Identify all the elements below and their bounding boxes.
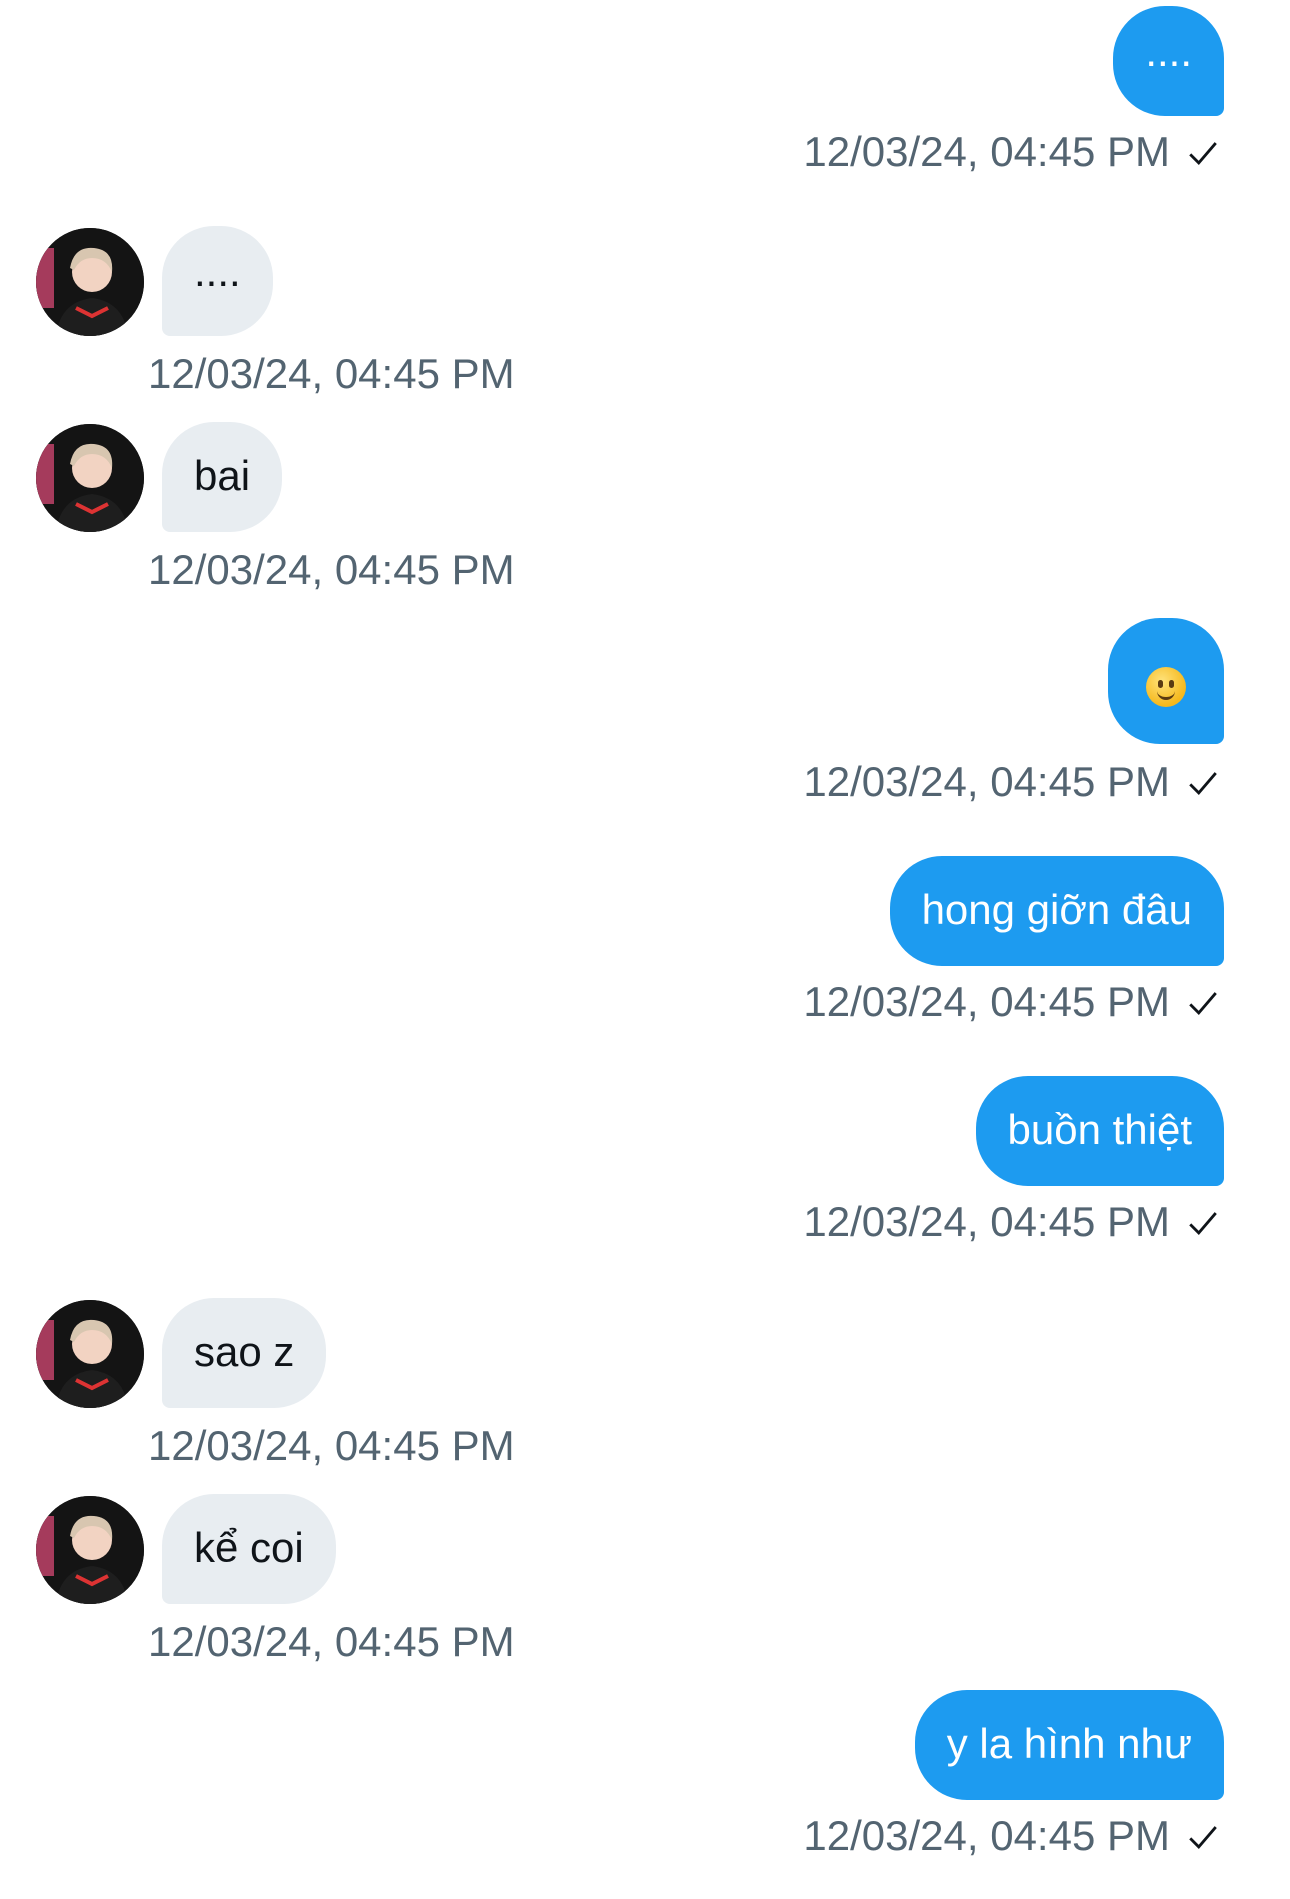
message-bubble[interactable]: y la hình như [914,1690,1224,1800]
message-timestamp: 12/03/24, 04:45 PM [803,128,1220,176]
message-timestamp: 12/03/24, 04:45 PM [803,1198,1220,1246]
message-bubble[interactable]: sao z [162,1298,327,1408]
message-bubble[interactable]: kể coi [162,1494,336,1604]
message-bubble[interactable] [1108,618,1224,744]
message-timestamp: 12/03/24, 04:45 PM [148,546,515,593]
contact-avatar[interactable] [36,424,144,532]
message-bubble[interactable]: .... [162,226,273,336]
message-timestamp: 12/03/24, 04:45 PM [803,1812,1220,1860]
message-bubble[interactable]: .... [1113,6,1224,116]
contact-avatar[interactable] [36,228,144,336]
message-bubble[interactable]: buồn thiệt [975,1076,1224,1186]
message-timestamp: 12/03/24, 04:45 PM [803,978,1220,1026]
check-icon [1186,1198,1220,1246]
message-timestamp: 12/03/24, 04:45 PM [148,350,515,397]
slightly-smiling-face-icon [1146,666,1186,707]
contact-avatar[interactable] [36,1496,144,1604]
message-bubble[interactable]: bai [162,422,283,532]
check-icon [1186,1812,1220,1860]
check-icon [1186,128,1220,176]
message-bubble[interactable]: hong giỡn đâu [889,856,1224,966]
check-icon [1186,978,1220,1026]
message-timestamp: 12/03/24, 04:45 PM [148,1618,515,1665]
message-timestamp: 12/03/24, 04:45 PM [148,1422,515,1469]
contact-avatar[interactable] [36,1300,144,1408]
check-icon [1186,758,1220,806]
message-timestamp: 12/03/24, 04:45 PM [803,758,1220,806]
